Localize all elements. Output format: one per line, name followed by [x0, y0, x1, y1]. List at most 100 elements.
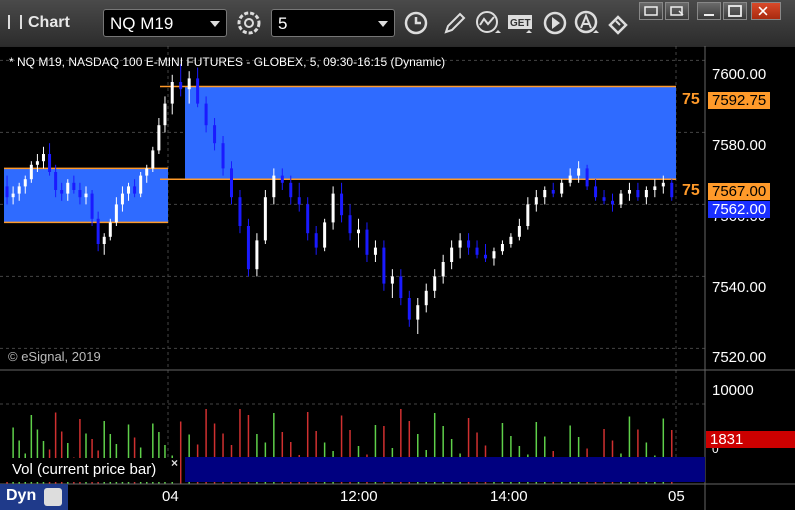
candle-body: [170, 82, 174, 104]
zone-box: [185, 86, 676, 180]
time-label: 04: [162, 488, 179, 505]
maximize-icon[interactable]: [723, 2, 747, 20]
candle-body: [484, 254, 487, 259]
lock-icon[interactable]: [44, 488, 62, 506]
candle-body: [340, 193, 344, 216]
candle-body: [382, 247, 386, 284]
candle-body: [11, 193, 15, 198]
window-title-label: Chart: [28, 14, 70, 31]
minimize-icon[interactable]: [697, 2, 721, 20]
candle-body: [78, 190, 82, 198]
candle-body: [280, 175, 284, 183]
candle-body: [602, 197, 606, 201]
candle-body: [348, 215, 352, 234]
candle-body: [255, 240, 259, 270]
chevron-down-icon: [210, 21, 220, 27]
candle-body: [139, 175, 143, 194]
pencil-icon[interactable]: [440, 9, 470, 37]
candle-body: [120, 193, 124, 205]
candle-body: [289, 182, 293, 198]
alert-icon[interactable]: [572, 9, 602, 37]
candle-body: [221, 143, 225, 169]
candle-body: [204, 103, 208, 126]
zone-low-tag: 7567.00: [708, 183, 771, 200]
candle-body: [577, 168, 581, 176]
get-icon[interactable]: GET: [506, 9, 536, 37]
candle-body: [551, 190, 555, 194]
chart-window: Chart NQ M19 5 GET * NQ M19, NASDAQ 100 …: [0, 0, 795, 510]
candle-body: [399, 276, 403, 298]
popout-icon[interactable]: [665, 2, 689, 20]
time-label: 14:00: [490, 488, 528, 505]
candle-body: [114, 204, 118, 223]
restore-icon[interactable]: [639, 2, 663, 20]
price-tick: 7600.00: [712, 66, 767, 83]
last-price-tag: 7562.00: [708, 201, 771, 218]
candle-body: [441, 262, 445, 277]
link-icon[interactable]: [604, 9, 634, 37]
candle-body: [163, 103, 167, 126]
candle-body: [323, 222, 327, 248]
candle-body: [568, 175, 572, 183]
candle-body: [246, 226, 250, 270]
candle-body: [297, 197, 301, 205]
chart-header: * NQ M19, NASDAQ 100 E-MINI FUTURES - GL…: [9, 55, 446, 69]
candle-body: [458, 240, 462, 248]
close-study-icon[interactable]: ×: [171, 456, 178, 470]
price-tick: 7580.00: [712, 137, 767, 154]
candle-body: [390, 276, 394, 284]
candle-body: [433, 276, 437, 291]
candle-body: [187, 78, 191, 90]
candle-body: [5, 186, 9, 198]
candle-body: [230, 168, 233, 198]
candle-body: [517, 226, 521, 237]
study-input-bar[interactable]: [185, 457, 705, 482]
candle-body: [526, 204, 530, 226]
interval-combo[interactable]: 5: [271, 9, 395, 37]
candle-body: [424, 290, 428, 306]
price-tick: 7540.00: [712, 279, 767, 296]
candle-body: [96, 218, 100, 244]
candle-body: [48, 154, 52, 172]
candle-body: [127, 186, 131, 194]
close-icon[interactable]: [751, 2, 781, 20]
candle-body: [314, 233, 318, 248]
candle-body: [357, 229, 360, 234]
interval-value: 5: [278, 14, 288, 33]
candle-body: [585, 168, 589, 187]
time-label: 05: [668, 488, 685, 505]
window-title[interactable]: Chart: [8, 14, 70, 32]
candle-body: [263, 197, 267, 241]
candle-body: [41, 154, 45, 162]
candle-body: [102, 236, 106, 244]
studies-icon[interactable]: [473, 9, 503, 37]
candle-body: [213, 125, 217, 144]
candle-body: [373, 247, 377, 255]
candle-body: [594, 186, 598, 198]
volume-tick: 10000: [712, 382, 754, 399]
candle-body: [17, 186, 21, 194]
symbol-combo[interactable]: NQ M19: [103, 9, 227, 37]
candle-body: [644, 190, 648, 198]
clock-icon[interactable]: [401, 9, 431, 37]
candle-body: [492, 251, 496, 259]
play-icon[interactable]: [540, 9, 570, 37]
candle-body: [196, 78, 200, 104]
candle-body: [151, 150, 155, 169]
time-label: 12:00: [340, 488, 378, 505]
chevron-down-icon: [378, 21, 388, 27]
candle-body: [467, 240, 471, 248]
candle-body: [653, 186, 657, 190]
settings-gear-icon[interactable]: [234, 9, 264, 37]
dynamic-mode-label: Dyn: [6, 487, 37, 504]
candle-body: [365, 229, 369, 255]
candle-body: [84, 193, 88, 198]
price-chart[interactable]: [0, 46, 795, 510]
candle-body: [90, 193, 94, 219]
candle-body: [450, 247, 454, 262]
volume-study-label[interactable]: Vol (current price bar): [4, 458, 180, 482]
candle-body: [179, 82, 183, 90]
candle-body: [331, 193, 335, 223]
toolbar: Chart NQ M19 5 GET: [0, 0, 795, 47]
candle-body: [145, 168, 149, 176]
